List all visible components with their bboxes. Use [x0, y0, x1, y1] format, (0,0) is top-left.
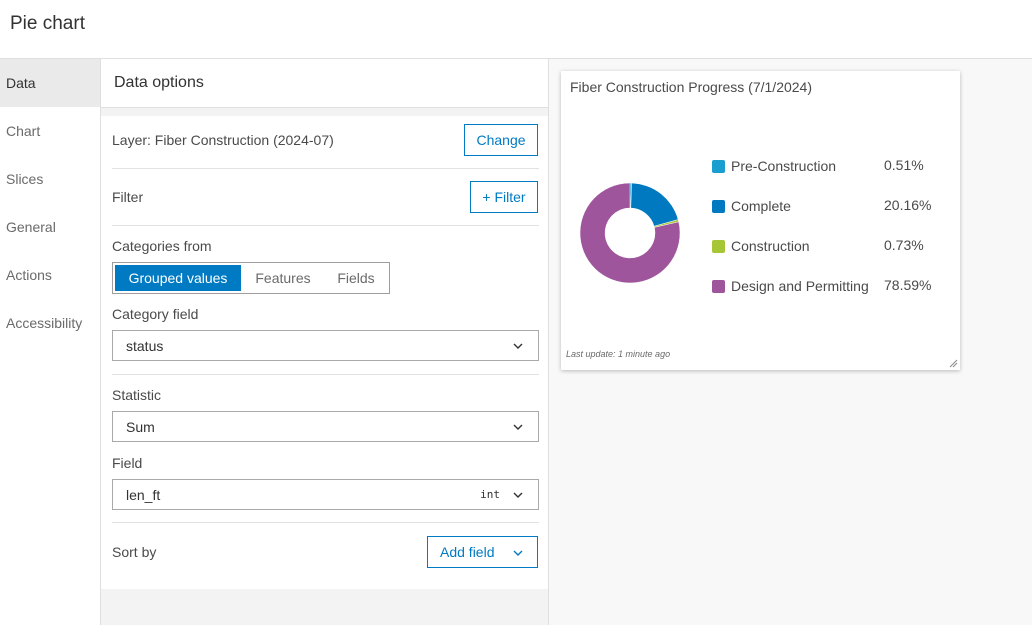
- divider: [112, 168, 539, 169]
- field-type-tag: int: [480, 488, 500, 501]
- legend-value: 0.51%: [884, 157, 924, 173]
- legend-label: Complete: [731, 198, 791, 214]
- category-field-label: Category field: [112, 306, 199, 322]
- layer-label: Layer: Fiber Construction (2024-07): [112, 132, 334, 148]
- change-layer-button[interactable]: Change: [464, 124, 538, 156]
- chevron-down-icon: [513, 550, 523, 556]
- chevron-down-icon: [513, 424, 523, 430]
- legend-swatch: [712, 280, 725, 293]
- category-field-value: status: [126, 338, 164, 354]
- statistic-label: Statistic: [112, 387, 162, 403]
- add-field-label: Add field: [440, 544, 495, 560]
- field-select[interactable]: len_ft int: [112, 479, 539, 510]
- legend-swatch: [712, 240, 725, 253]
- divider: [112, 374, 539, 375]
- sidebar-item-accessibility[interactable]: Accessibility: [0, 299, 100, 347]
- legend-swatch: [712, 200, 725, 213]
- sidebar-item-data[interactable]: Data: [0, 59, 100, 107]
- legend-item-construction: Construction 0.73%: [712, 237, 952, 257]
- add-filter-button[interactable]: + Filter: [470, 181, 538, 213]
- field-label: Field: [112, 455, 143, 471]
- segment-fields[interactable]: Fields: [325, 265, 387, 291]
- legend-item-pre-construction: Pre-Construction 0.51%: [712, 157, 952, 177]
- resize-handle-icon[interactable]: [949, 359, 958, 368]
- field-value: len_ft: [126, 487, 161, 503]
- legend-item-complete: Complete 20.16%: [712, 197, 952, 217]
- legend-value: 0.73%: [884, 237, 924, 253]
- chevron-down-icon: [513, 492, 523, 498]
- panel-header: Data options: [101, 59, 548, 108]
- app-header: Pie chart: [0, 0, 1032, 59]
- chevron-down-icon: [513, 343, 523, 349]
- panel-body: Layer: Fiber Construction (2024-07) Chan…: [101, 116, 548, 589]
- filter-label: Filter: [112, 189, 144, 205]
- page-title: Pie chart: [10, 13, 85, 34]
- sidebar-item-actions[interactable]: Actions: [0, 251, 100, 299]
- legend-label: Design and Permitting: [731, 278, 869, 294]
- pie-slice-complete[interactable]: [630, 182, 679, 227]
- add-sort-field-button[interactable]: Add field: [427, 536, 538, 568]
- categories-from-segmented-control: Grouped values Features Fields: [112, 262, 390, 294]
- legend-value: 20.16%: [884, 197, 932, 213]
- chart-card[interactable]: Fiber Construction Progress (7/1/2024) P…: [561, 71, 960, 370]
- legend-label: Pre-Construction: [731, 158, 837, 174]
- last-update-text: Last update: 1 minute ago: [566, 349, 671, 359]
- segment-grouped-values[interactable]: Grouped values: [115, 265, 241, 291]
- panel-title: Data options: [114, 74, 204, 91]
- category-field-select[interactable]: status: [112, 330, 539, 361]
- legend-item-design-and-permitting: Design and Permitting 78.59%: [712, 277, 952, 297]
- legend-label: Construction: [731, 238, 810, 254]
- chart-preview-area: Fiber Construction Progress (7/1/2024) P…: [549, 59, 1032, 625]
- sidebar-item-general[interactable]: General: [0, 203, 100, 251]
- data-options-panel: Data options Layer: Fiber Construction (…: [100, 59, 549, 625]
- legend-swatch: [712, 160, 725, 173]
- statistic-select[interactable]: Sum: [112, 411, 539, 442]
- sidebar-item-chart[interactable]: Chart: [0, 107, 100, 155]
- categories-from-label: Categories from: [112, 238, 212, 254]
- segment-features[interactable]: Features: [241, 265, 325, 291]
- sidebar-item-slices[interactable]: Slices: [0, 155, 100, 203]
- divider: [112, 225, 539, 226]
- legend-value: 78.59%: [884, 277, 932, 293]
- sort-by-label: Sort by: [112, 544, 157, 560]
- sidebar-nav: Data Chart Slices General Actions Access…: [0, 59, 100, 625]
- donut-chart: [579, 182, 681, 284]
- statistic-value: Sum: [126, 419, 155, 435]
- divider: [112, 522, 539, 523]
